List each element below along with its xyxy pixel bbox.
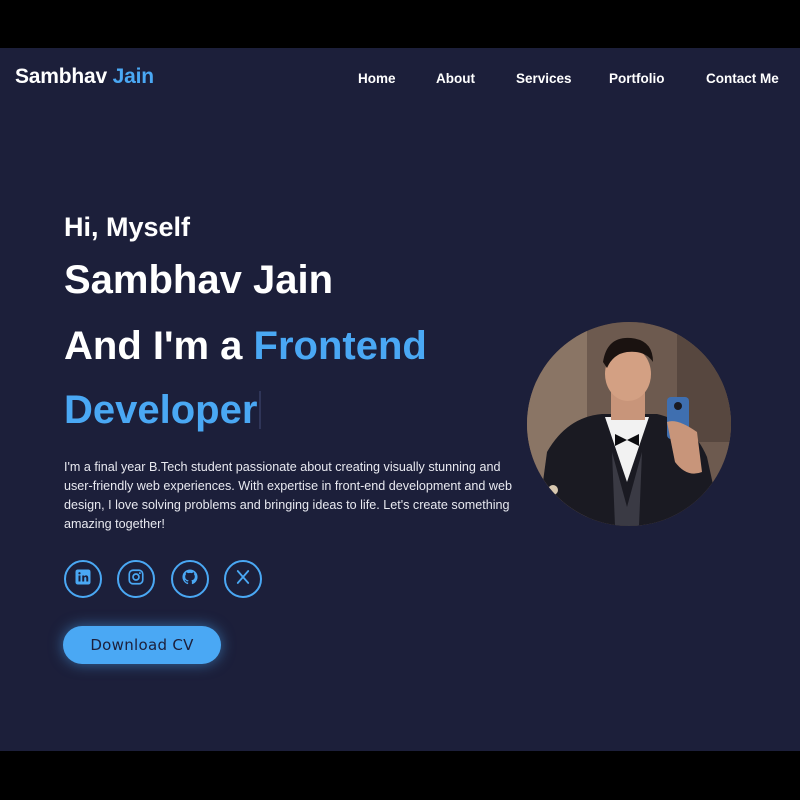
x-twitter-link[interactable]: [224, 560, 262, 598]
download-cv-button[interactable]: Download CV: [63, 626, 221, 664]
profile-photo-illustration: [527, 322, 731, 526]
nav-link-home[interactable]: Home: [358, 71, 396, 86]
nav-link-portfolio[interactable]: Portfolio: [609, 71, 665, 86]
instagram-link[interactable]: [117, 560, 155, 598]
hero-bio: I'm a final year B.Tech student passiona…: [64, 460, 513, 531]
x-twitter-icon: [234, 568, 252, 591]
hero-role: And I'm a Frontend Developer: [64, 314, 534, 442]
nav-menu: Home About Services Portfolio Contact Me: [0, 71, 800, 91]
navbar: Sambhav Jain Home About Services Portfol…: [0, 48, 800, 110]
typing-caret: [259, 391, 262, 429]
hero-name: Sambhav Jain: [64, 258, 334, 302]
instagram-icon: [127, 568, 145, 591]
nav-link-services[interactable]: Services: [516, 71, 572, 86]
linkedin-icon: [74, 568, 92, 591]
nav-link-contact[interactable]: Contact Me: [706, 71, 779, 86]
nav-link-about[interactable]: About: [436, 71, 475, 86]
page-frame: Sambhav Jain Home About Services Portfol…: [0, 48, 800, 751]
linkedin-link[interactable]: [64, 560, 102, 598]
hero-heading-block: Hi, Myself Sambhav Jain And I'm a Fronte…: [64, 208, 534, 442]
hero-greeting: Hi, Myself: [64, 212, 191, 242]
github-link[interactable]: [171, 560, 209, 598]
github-icon: [181, 568, 199, 591]
profile-photo: [527, 322, 731, 526]
hero-role-prefix: And I'm a: [64, 324, 243, 368]
